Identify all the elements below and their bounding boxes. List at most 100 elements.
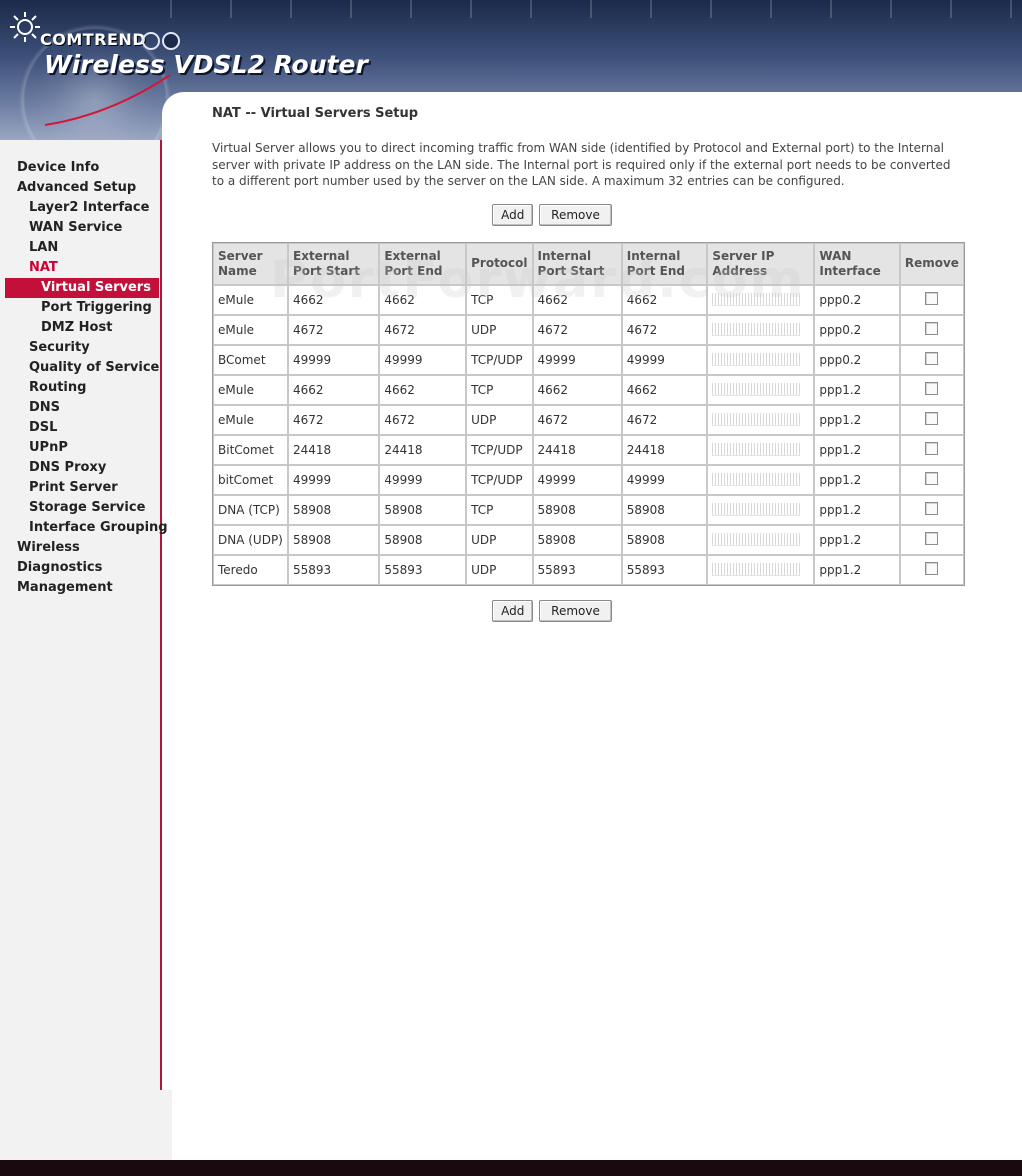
- table-row: Teredo 55893 55893 UDP 55893 55893 ppp1.2: [213, 554, 964, 585]
- cell-ext-end: 4662: [379, 374, 467, 405]
- col-wan-interface: WAN Interface: [814, 242, 900, 285]
- cell-ext-start: 24418: [288, 434, 380, 465]
- cell-name: BitComet: [213, 434, 288, 465]
- remove-checkbox[interactable]: [925, 471, 939, 485]
- cell-wan: ppp1.2: [814, 464, 900, 495]
- sidebar-item-storage-service[interactable]: Storage Service: [0, 498, 160, 518]
- cell-protocol: UDP: [466, 404, 533, 435]
- top-button-row: Add Remove: [212, 203, 892, 226]
- cell-server-ip-redacted: [707, 374, 815, 405]
- cell-name: eMule: [213, 314, 288, 345]
- cell-name: Teredo: [213, 554, 288, 585]
- remove-button-bottom[interactable]: Remove: [539, 599, 612, 622]
- sidebar-item-layer2-interface[interactable]: Layer2 Interface: [0, 198, 160, 218]
- redaction-scribble: [712, 383, 801, 396]
- sidebar-item-dns-proxy[interactable]: DNS Proxy: [0, 458, 160, 478]
- cell-int-end: 49999: [621, 464, 708, 495]
- cell-ext-end: 24418: [379, 434, 467, 465]
- remove-checkbox[interactable]: [925, 321, 939, 335]
- sidebar-item-interface-grouping[interactable]: Interface Grouping: [0, 518, 168, 538]
- col-server-ip-address: Server IP Address: [707, 242, 815, 285]
- sidebar-item-dmz-host[interactable]: DMZ Host: [0, 318, 160, 338]
- table-header-row: Server Name External Port Start External…: [213, 242, 964, 285]
- sidebar-item-quality-of-service[interactable]: Quality of Service: [0, 358, 160, 378]
- redaction-scribble: [712, 563, 801, 576]
- page-description: Virtual Server allows you to direct inco…: [212, 141, 951, 188]
- sidebar-item-wireless[interactable]: Wireless: [0, 538, 160, 558]
- sidebar-nav: Device Info Advanced Setup Layer2 Interf…: [0, 158, 168, 598]
- main-content: NAT -- Virtual Servers Setup Virtual Ser…: [212, 106, 972, 622]
- remove-checkbox[interactable]: [925, 531, 939, 545]
- cell-protocol: UDP: [466, 554, 533, 585]
- cell-int-start: 4672: [532, 314, 622, 345]
- cell-ext-end: 49999: [379, 344, 467, 375]
- redaction-scribble: [712, 293, 801, 306]
- sidebar-item-security[interactable]: Security: [0, 338, 160, 358]
- remove-checkbox[interactable]: [925, 381, 939, 395]
- remove-checkbox[interactable]: [925, 411, 939, 425]
- table-row: BitComet 24418 24418 TCP/UDP 24418 24418 ppp1.…: [213, 434, 964, 465]
- cell-protocol: TCP: [466, 494, 533, 525]
- cell-ext-end: 4672: [379, 314, 467, 345]
- sidebar-item-device-info[interactable]: Device Info: [0, 158, 160, 178]
- cell-ext-start: 49999: [288, 464, 380, 495]
- cell-ext-end: 58908: [379, 524, 467, 555]
- remove-checkbox[interactable]: [925, 351, 939, 365]
- col-external-port-start: External Port Start: [288, 242, 380, 285]
- cell-name: bitComet: [213, 464, 288, 495]
- cell-wan: ppp1.2: [814, 554, 900, 585]
- redaction-scribble: [712, 503, 801, 516]
- cell-wan: ppp1.2: [814, 434, 900, 465]
- sidebar-item-virtual-servers[interactable]: Virtual Servers: [5, 278, 159, 298]
- remove-button-top[interactable]: Remove: [539, 203, 612, 226]
- brand-dots-logo: [142, 32, 182, 50]
- cell-ext-end: 4662: [379, 284, 467, 315]
- cell-server-ip-redacted: [707, 314, 815, 345]
- cell-protocol: UDP: [466, 314, 533, 345]
- sidebar-item-upnp[interactable]: UPnP: [0, 438, 160, 458]
- sidebar-item-dsl[interactable]: DSL: [0, 418, 160, 438]
- cell-int-end: 4672: [621, 404, 708, 435]
- sidebar-item-nat[interactable]: NAT: [0, 258, 160, 278]
- cell-name: DNA (TCP): [213, 494, 288, 525]
- add-button-bottom[interactable]: Add: [492, 599, 534, 622]
- cell-wan: ppp1.2: [814, 524, 900, 555]
- cell-wan: ppp1.2: [814, 494, 900, 525]
- remove-checkbox[interactable]: [925, 561, 939, 575]
- sidebar-item-management[interactable]: Management: [0, 578, 160, 598]
- sidebar-item-port-triggering[interactable]: Port Triggering: [0, 298, 160, 318]
- add-button-top[interactable]: Add: [492, 203, 534, 226]
- sidebar-item-lan[interactable]: LAN: [0, 238, 160, 258]
- cell-int-start: 49999: [532, 464, 622, 495]
- cell-int-start: 24418: [532, 434, 622, 465]
- sidebar-item-print-server[interactable]: Print Server: [0, 478, 160, 498]
- cell-protocol: TCP/UDP: [466, 434, 533, 465]
- cell-ext-end: 49999: [379, 464, 467, 495]
- cell-int-end: 55893: [621, 554, 708, 585]
- remove-checkbox[interactable]: [925, 291, 939, 305]
- cell-int-start: 4662: [532, 284, 622, 315]
- page-title: NAT -- Virtual Servers Setup: [212, 106, 419, 121]
- cell-remove: [899, 524, 964, 555]
- cell-int-end: 24418: [621, 434, 708, 465]
- table-row: DNA (UDP) 58908 58908 UDP 58908 58908 ppp1.2: [213, 524, 964, 555]
- sidebar-item-diagnostics[interactable]: Diagnostics: [0, 558, 160, 578]
- cell-server-ip-redacted: [707, 524, 815, 555]
- cell-name: DNA (UDP): [213, 524, 288, 555]
- sidebar-item-routing[interactable]: Routing: [0, 378, 160, 398]
- sidebar-item-advanced-setup[interactable]: Advanced Setup: [0, 178, 160, 198]
- cell-int-end: 49999: [621, 344, 708, 375]
- sidebar-footer: [0, 1090, 172, 1160]
- banner-stripes: [170, 0, 1022, 18]
- sidebar-item-wan-service[interactable]: WAN Service: [0, 218, 160, 238]
- remove-checkbox[interactable]: [925, 501, 939, 515]
- cell-name: BComet: [213, 344, 288, 375]
- redaction-scribble: [712, 533, 801, 546]
- cell-remove: [899, 314, 964, 345]
- sidebar-item-dns[interactable]: DNS: [0, 398, 160, 418]
- cell-int-start: 4662: [532, 374, 622, 405]
- table-row: BComet 49999 49999 TCP/UDP 49999 49999 ppp0.2: [213, 344, 964, 375]
- cell-remove: [899, 284, 964, 315]
- remove-checkbox[interactable]: [925, 441, 939, 455]
- cell-int-end: 58908: [621, 524, 708, 555]
